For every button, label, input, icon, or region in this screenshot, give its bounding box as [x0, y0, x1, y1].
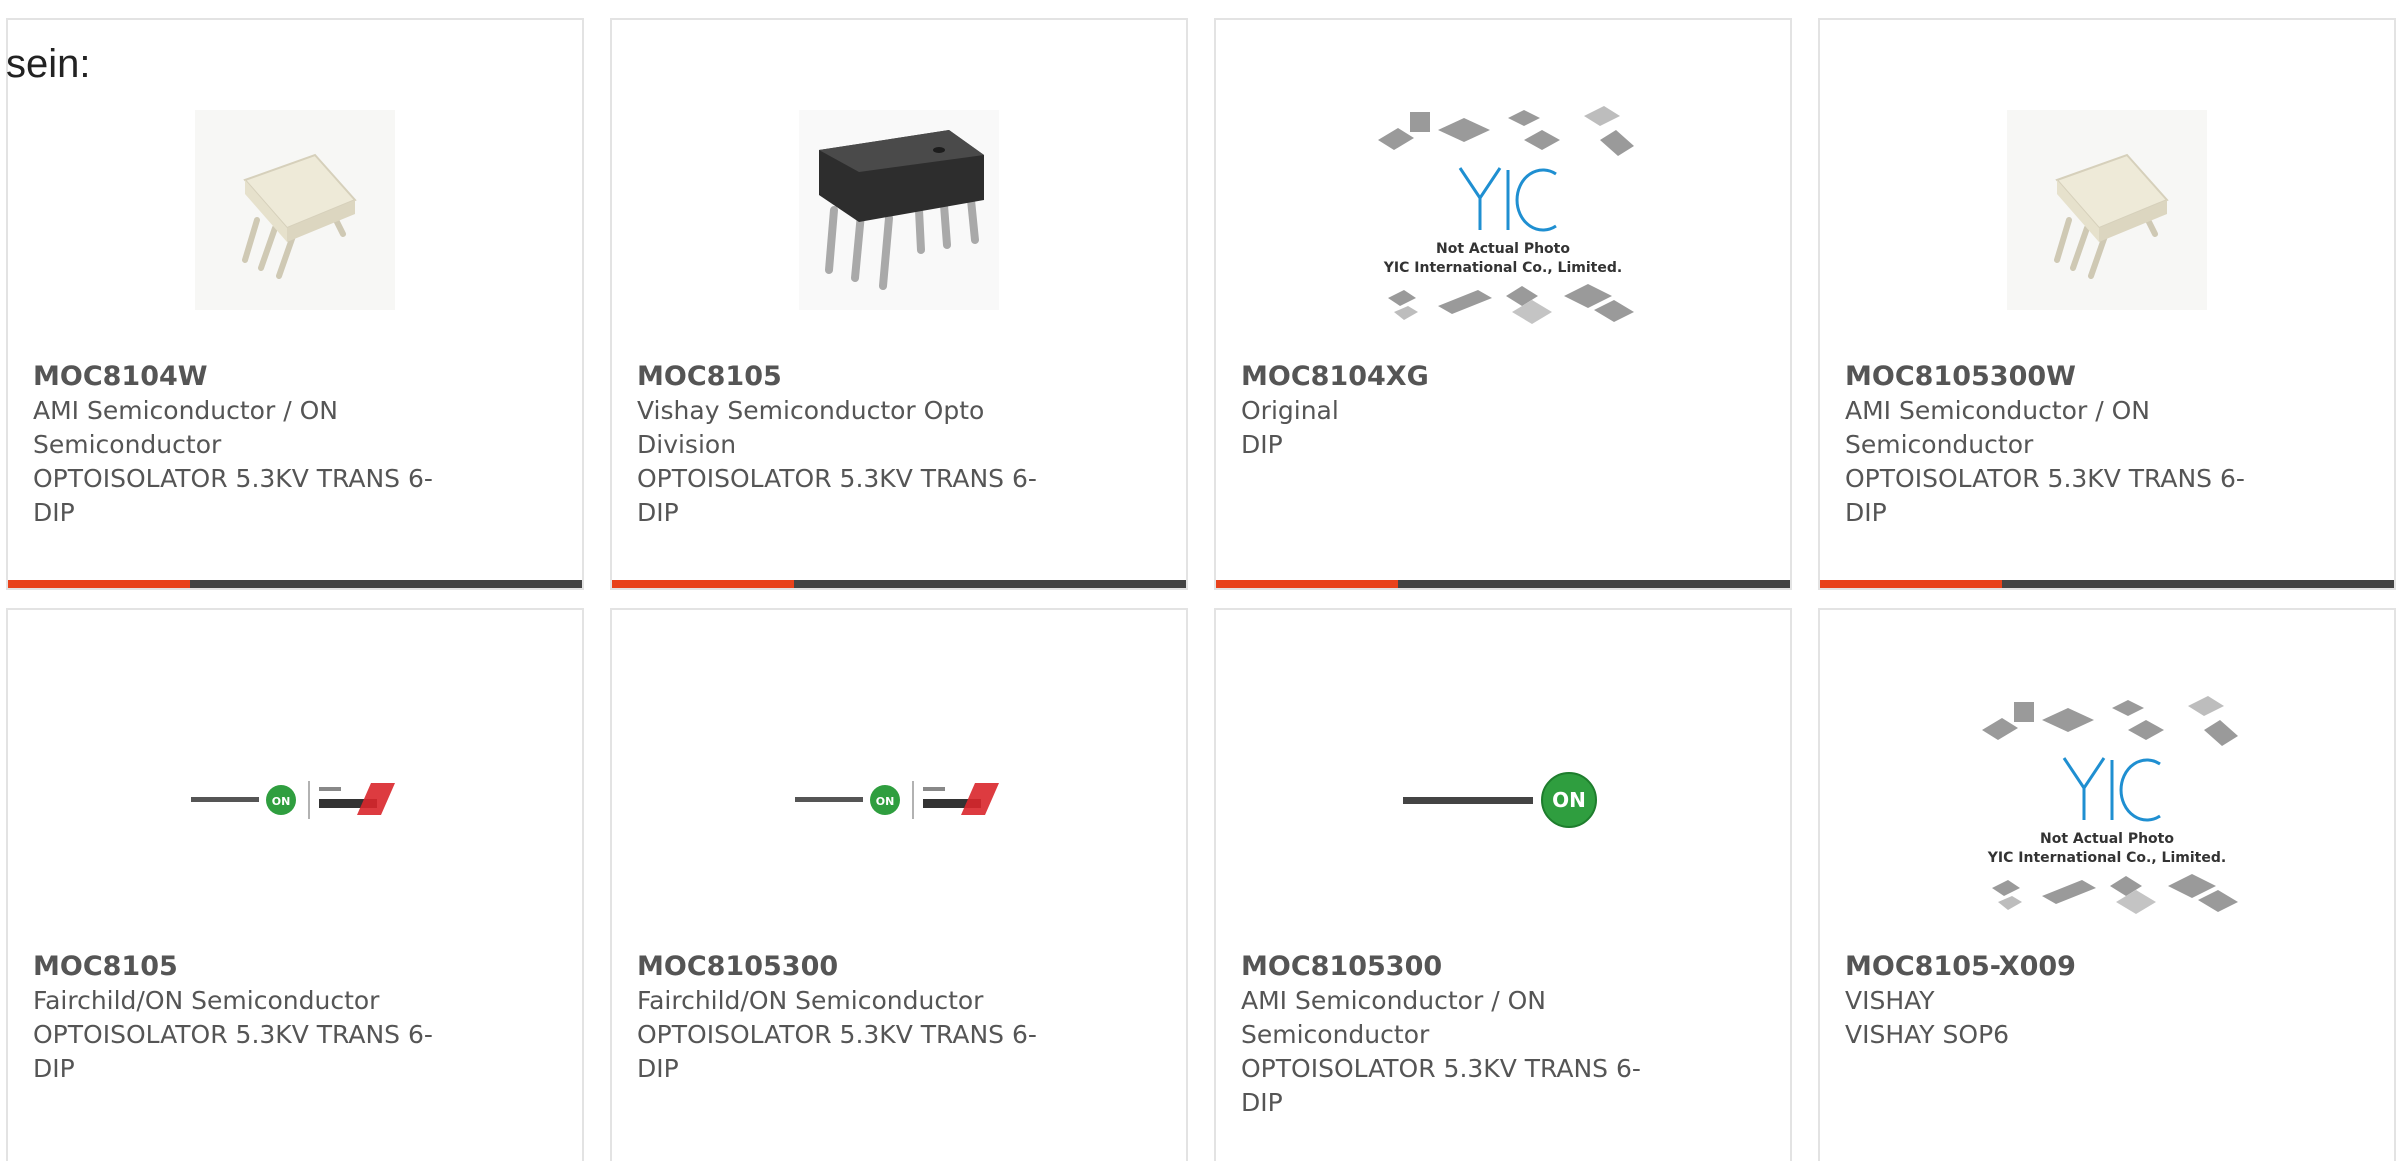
product-info: MOC8105 Vishay Semiconductor Opto Divisi…	[637, 360, 1077, 530]
on-fairchild-logo-icon: ON	[191, 781, 395, 819]
svg-text:ON: ON	[272, 795, 291, 808]
white-dip-optocoupler-icon	[195, 110, 395, 310]
part-number-link[interactable]: MOC8105300	[637, 950, 1077, 984]
manufacturer-text-cont: Semiconductor	[33, 430, 222, 459]
description-text: OPTOISOLATOR 5.3KV TRANS 6-	[33, 1020, 433, 1049]
placeholder-line-1: Not Actual Photo	[1436, 241, 1570, 257]
manufacturer-text: AMI Semiconductor / ON	[33, 396, 338, 425]
part-number-link[interactable]: MOC8105-X009	[1845, 950, 2285, 984]
manufacturer-text: AMI Semiconductor / ON	[1241, 986, 1546, 1015]
description-text: OPTOISOLATOR 5.3KV TRANS 6-	[1845, 464, 2245, 493]
package-text: DIP	[1241, 430, 1283, 459]
product-info: MOC8105300W AMI Semiconductor / ON Semic…	[1845, 360, 2285, 530]
part-number-link[interactable]: MOC8105300	[1241, 950, 1681, 984]
lead-text: sein:	[6, 42, 91, 86]
yic-placeholder-icon: Not Actual Photo YIC International Co., …	[1982, 696, 2238, 914]
product-card[interactable]: ON MOC8105300 Fairchild/ON Semiconductor…	[610, 608, 1188, 1161]
manufacturer-text-cont: Semiconductor	[1845, 430, 2034, 459]
manufacturer-text: AMI Semiconductor / ON	[1845, 396, 2150, 425]
card-bottom-bar	[1820, 580, 2394, 588]
manufacturer-text: VISHAY	[1845, 986, 1935, 1015]
card-accent-bar	[8, 580, 190, 588]
product-image[interactable]: ON	[8, 680, 582, 920]
manufacturer-text: Vishay Semiconductor Opto	[637, 396, 985, 425]
product-image[interactable]: ON	[1216, 680, 1790, 920]
card-bottom-bar	[8, 580, 582, 588]
description-text-cont: DIP	[1845, 498, 1887, 527]
card-accent-bar	[1216, 580, 1398, 588]
card-bottom-bar	[612, 580, 1186, 588]
description-text: OPTOISOLATOR 5.3KV TRANS 6-	[637, 1020, 1037, 1049]
on-semiconductor-logo-icon: ON	[1403, 772, 1597, 828]
product-info: MOC8104W AMI Semiconductor / ON Semicond…	[33, 360, 473, 530]
description-text-cont: DIP	[33, 498, 75, 527]
product-info: MOC8105300 Fairchild/ON Semiconductor OP…	[637, 950, 1077, 1086]
description-text-cont: DIP	[637, 1054, 679, 1083]
package-text: VISHAY SOP6	[1845, 1020, 2010, 1049]
manufacturer-text: Fairchild/ON Semiconductor	[637, 986, 984, 1015]
product-image[interactable]	[1820, 90, 2394, 330]
description-text-cont: DIP	[33, 1054, 75, 1083]
description-text-cont: DIP	[1241, 1088, 1283, 1117]
manufacturer-text: Original	[1241, 396, 1339, 425]
description-text: OPTOISOLATOR 5.3KV TRANS 6-	[33, 464, 433, 493]
black-dip-optocoupler-icon	[799, 110, 999, 310]
card-accent-bar	[1820, 580, 2002, 588]
product-card[interactable]: Not Actual Photo YIC International Co., …	[1818, 608, 2396, 1161]
manufacturer-text-cont: Semiconductor	[1241, 1020, 1430, 1049]
part-number-link[interactable]: MOC8105	[33, 950, 473, 984]
product-grid-page: sein: MOC8104W AMI Semiconductor / ON Se…	[0, 0, 2400, 1161]
product-image[interactable]: Not Actual Photo YIC International Co., …	[1216, 90, 1790, 330]
product-info: MOC8105-X009 VISHAY VISHAY SOP6	[1845, 950, 2285, 1052]
svg-text:ON: ON	[1552, 788, 1586, 812]
product-card[interactable]: Not Actual Photo YIC International Co., …	[1214, 18, 1792, 590]
product-image[interactable]: Not Actual Photo YIC International Co., …	[1820, 680, 2394, 920]
svg-text:ON: ON	[876, 795, 895, 808]
description-text-cont: DIP	[637, 498, 679, 527]
product-card[interactable]: ON MOC8105 Fairchild/ON Semiconductor OP…	[6, 608, 584, 1161]
product-card[interactable]: MOC8105300W AMI Semiconductor / ON Semic…	[1818, 18, 2396, 590]
on-fairchild-logo-icon: ON	[795, 781, 999, 819]
product-card[interactable]: ON MOC8105300 AMI Semiconductor / ON Sem…	[1214, 608, 1792, 1161]
product-info: MOC8104XG Original DIP	[1241, 360, 1681, 462]
white-dip-optocoupler-icon	[2007, 110, 2207, 310]
product-card[interactable]: MOC8104W AMI Semiconductor / ON Semicond…	[6, 18, 584, 590]
product-info: MOC8105 Fairchild/ON Semiconductor OPTOI…	[33, 950, 473, 1086]
manufacturer-text: Fairchild/ON Semiconductor	[33, 986, 380, 1015]
description-text: OPTOISOLATOR 5.3KV TRANS 6-	[1241, 1054, 1641, 1083]
placeholder-line-2: YIC International Co., Limited.	[1383, 260, 1622, 276]
part-number-link[interactable]: MOC8105300W	[1845, 360, 2285, 394]
product-image[interactable]: ON	[612, 680, 1186, 920]
part-number-link[interactable]: MOC8104XG	[1241, 360, 1681, 394]
product-info: MOC8105300 AMI Semiconductor / ON Semico…	[1241, 950, 1681, 1120]
part-number-link[interactable]: MOC8105	[637, 360, 1077, 394]
placeholder-line-2: YIC International Co., Limited.	[1987, 850, 2226, 866]
card-bottom-bar	[1216, 580, 1790, 588]
part-number-link[interactable]: MOC8104W	[33, 360, 473, 394]
card-accent-bar	[612, 580, 794, 588]
manufacturer-text-cont: Division	[637, 430, 737, 459]
description-text: OPTOISOLATOR 5.3KV TRANS 6-	[637, 464, 1037, 493]
product-card[interactable]: MOC8105 Vishay Semiconductor Opto Divisi…	[610, 18, 1188, 590]
product-image[interactable]	[612, 90, 1186, 330]
placeholder-line-1: Not Actual Photo	[2040, 831, 2174, 847]
product-image[interactable]	[8, 90, 582, 330]
yic-placeholder-icon: Not Actual Photo YIC International Co., …	[1378, 106, 1634, 324]
